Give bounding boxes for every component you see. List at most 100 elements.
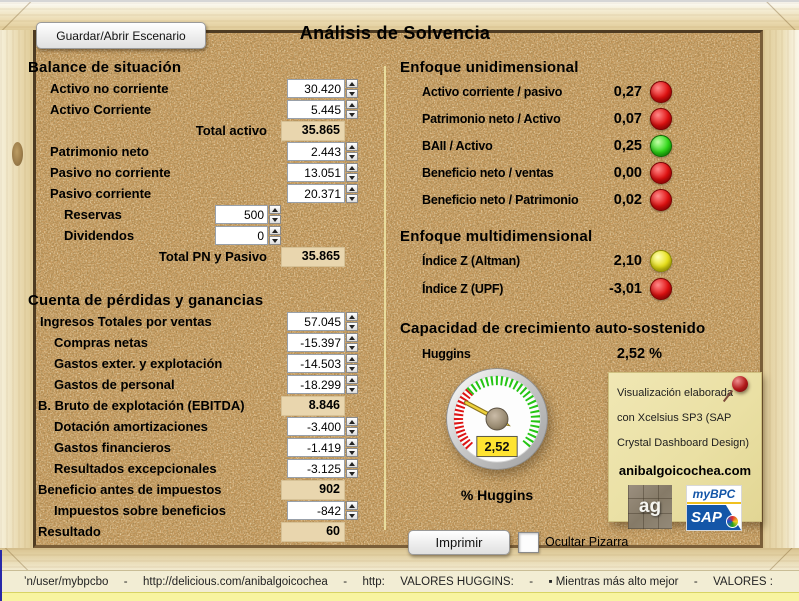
numeric-input[interactable]: 30.420 [287,79,358,98]
spinner-down-icon[interactable] [346,89,358,98]
status-led [650,135,672,157]
spinner-up-icon[interactable] [346,354,358,363]
spinner-up-icon[interactable] [346,333,358,342]
table-row-total: B. Bruto de explotación (EBITDA) 8.846 [28,395,358,416]
spinner[interactable] [346,79,358,98]
numeric-input[interactable]: -842 [287,501,358,520]
pushpin-icon [732,376,748,392]
total-value: 60 [281,522,345,542]
spinner-down-icon[interactable] [346,322,358,331]
spinner[interactable] [346,438,358,457]
multidimensional-heading: Enfoque multidimensional [400,225,745,247]
table-row: Reservas 500 [28,204,358,225]
spinner[interactable] [346,459,358,478]
ratio-label: Índice Z (UPF) [400,282,582,296]
table-row: Patrimonio neto 2.443 [28,141,358,162]
row-label: Dividendos [28,228,215,243]
row-label: Gastos exter. y explotación [28,356,287,371]
spinner-down-icon[interactable] [346,427,358,436]
spinner-down-icon[interactable] [346,343,358,352]
ratio-label: Activo corriente / pasivo [400,85,582,99]
spinner-up-icon[interactable] [346,312,358,321]
spinner-down-icon[interactable] [346,194,358,203]
spinner-down-icon[interactable] [346,110,358,119]
spinner-up-icon[interactable] [269,205,281,214]
mybpc-label: myBPC [687,486,741,504]
spinner[interactable] [346,100,358,119]
status-led [650,189,672,211]
spinner-up-icon[interactable] [346,163,358,172]
huggins-label: Huggins [400,347,542,361]
row-label: Impuestos sobre beneficios [28,503,287,518]
table-row: Impuestos sobre beneficios -842 [28,500,358,521]
spinner-up-icon[interactable] [346,459,358,468]
print-button[interactable]: Imprimir [408,530,510,555]
numeric-input[interactable]: 2.443 [287,142,358,161]
spinner[interactable] [346,312,358,331]
spinner[interactable] [346,142,358,161]
ratio-row: Beneficio neto / ventas 0,00 [400,159,672,186]
hide-board-checkbox[interactable] [518,532,539,553]
numeric-input[interactable]: -3.400 [287,417,358,436]
spinner-down-icon[interactable] [346,511,358,520]
spinner[interactable] [346,501,358,520]
table-row: Gastos exter. y explotación -14.503 [28,353,358,374]
note-text: Crystal Dashboard Design) [617,431,753,456]
spinner[interactable] [346,417,358,436]
spinner-up-icon[interactable] [346,184,358,193]
spinner-up-icon[interactable] [346,142,358,151]
numeric-input[interactable]: 0 [215,226,281,245]
total-value: 35.865 [281,121,345,141]
numeric-input[interactable]: 5.445 [287,100,358,119]
numeric-input[interactable]: -14.503 [287,354,358,373]
spinner[interactable] [346,184,358,203]
spinner-down-icon[interactable] [269,215,281,224]
numeric-input[interactable]: 13.051 [287,163,358,182]
spinner[interactable] [346,375,358,394]
ticker-item: http: [362,576,384,588]
spinner[interactable] [269,205,281,224]
ratio-label: Índice Z (Altman) [400,254,582,268]
spinner-up-icon[interactable] [346,417,358,426]
table-row: Activo no corriente 30.420 [28,78,358,99]
spinner-down-icon[interactable] [269,236,281,245]
row-label: Ingresos Totales por ventas [28,314,287,329]
sticky-note: Visualización elaborada con Xcelsius SP3… [608,372,762,522]
spinner-up-icon[interactable] [346,501,358,510]
status-led [650,81,672,103]
numeric-input[interactable]: 20.371 [287,184,358,203]
numeric-input[interactable]: 500 [215,205,281,224]
spinner[interactable] [346,354,358,373]
spinner-up-icon[interactable] [346,438,358,447]
window-left-edge [0,550,2,601]
numeric-input[interactable]: -3.125 [287,459,358,478]
row-label: Patrimonio neto [28,144,287,159]
spinner-up-icon[interactable] [346,100,358,109]
row-label: Total activo [28,123,281,138]
save-open-scenario-button[interactable]: Guardar/Abrir Escenario [36,22,206,49]
spinner-down-icon[interactable] [346,469,358,478]
spinner-up-icon[interactable] [346,79,358,88]
table-row: Pasivo no corriente 13.051 [28,162,358,183]
ratio-value: 2,10 [582,253,642,269]
numeric-input[interactable]: -1.419 [287,438,358,457]
spinner[interactable] [346,333,358,352]
total-value: 35.865 [281,247,345,267]
spinner[interactable] [346,163,358,182]
huggins-gauge[interactable]: 2,52 [442,364,552,474]
spinner-down-icon[interactable] [346,152,358,161]
unidimensional-heading: Enfoque unidimensional [400,56,745,78]
spinner-up-icon[interactable] [269,226,281,235]
ratio-value: 0,00 [582,165,642,181]
spinner-down-icon[interactable] [346,364,358,373]
numeric-input[interactable]: -18.299 [287,375,358,394]
spinner[interactable] [269,226,281,245]
spinner-up-icon[interactable] [346,375,358,384]
numeric-input[interactable]: -15.397 [287,333,358,352]
spinner-down-icon[interactable] [346,173,358,182]
spinner-down-icon[interactable] [346,448,358,457]
numeric-input[interactable]: 57.045 [287,312,358,331]
ratio-row: Índice Z (Altman) 2,10 [400,247,672,275]
table-row: Resultados excepcionales -3.125 [28,458,358,479]
spinner-down-icon[interactable] [346,385,358,394]
